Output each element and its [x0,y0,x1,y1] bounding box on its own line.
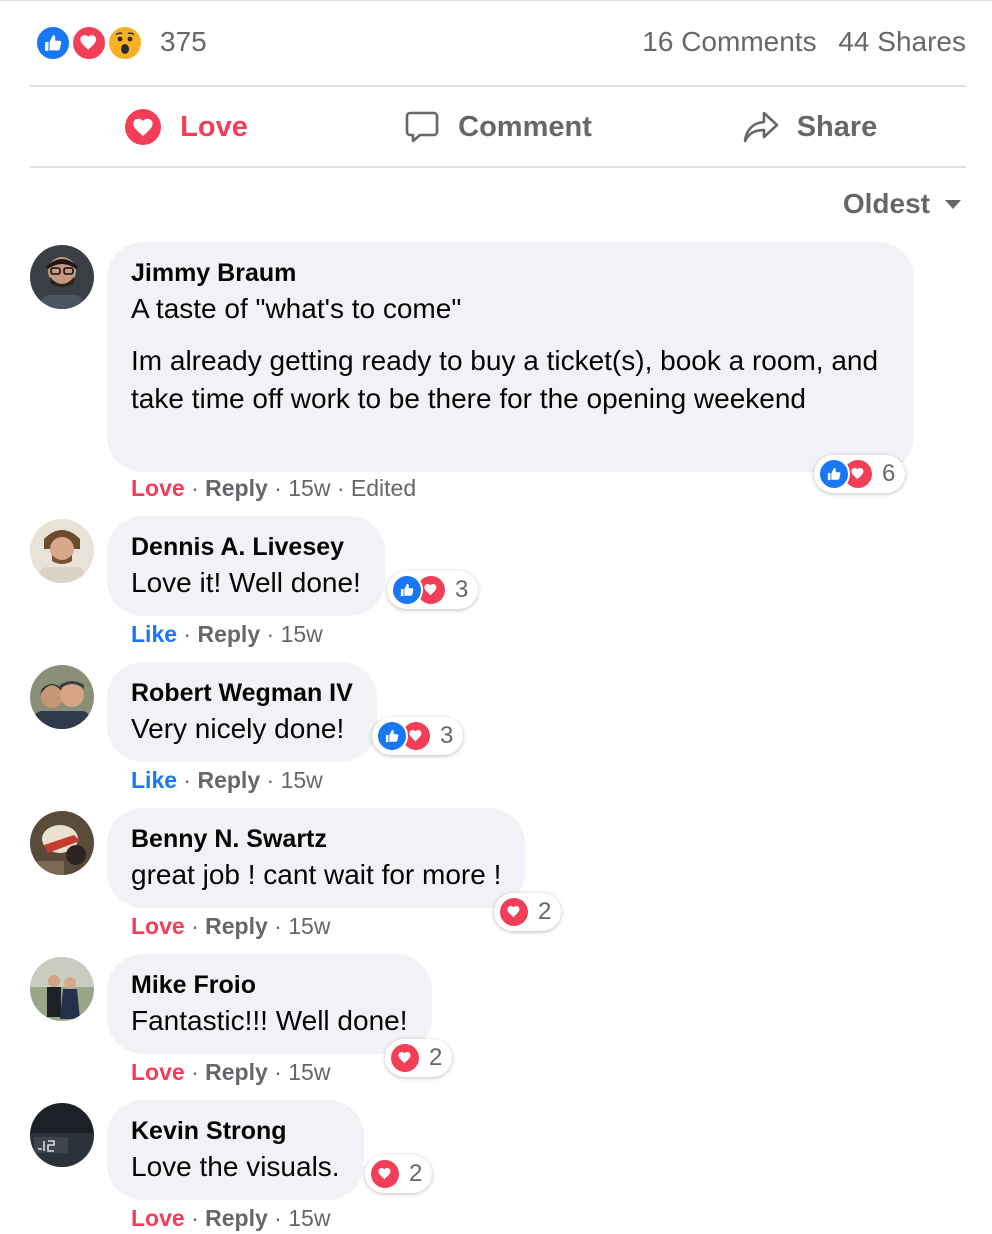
comment-bubble: Benny N. Swartz great job ! cant wait fo… [107,808,526,908]
shares-count[interactable]: 44 Shares [838,26,966,57]
avatar[interactable] [30,245,94,309]
action-bar: Love Comment Share [30,88,966,166]
comment-text: Love the visuals. [131,1151,340,1182]
comment-meta: Like · Reply · 15w [131,621,323,647]
reaction-count: 6 [882,460,896,487]
comment-meta: Like · Reply · 15w [131,767,323,793]
divider [30,166,966,168]
caret-down-icon [945,200,961,209]
avatar[interactable] [30,957,94,1021]
comment: Dennis A. Livesey Love it! Well done! 3 … [30,516,970,647]
comment-bubble: Robert Wegman IV Very nicely done! [107,662,377,762]
comment-reactions[interactable]: 2 [365,1155,433,1193]
comment-reactions[interactable]: 3 [387,571,479,609]
comment-reactions[interactable]: 2 [494,893,562,931]
engagement-counts: 16 Comments 44 Shares [642,26,966,58]
love-button-label: Love [180,110,248,143]
reply-link[interactable]: Reply [205,1205,268,1231]
avatar[interactable] [30,665,94,729]
comment-meta: Love · Reply · 15w [131,1205,331,1231]
top-divider [0,0,992,1]
reaction-count: 2 [538,898,552,925]
comment-reactions[interactable]: 2 [385,1039,453,1077]
love-link[interactable]: Love [131,913,185,939]
comment-text: Im already getting ready to buy a ticket… [131,345,879,414]
comment-meta: Love · Reply · 15w · Edited [131,475,417,501]
timestamp[interactable]: 15w [288,1059,330,1085]
love-icon [70,24,108,62]
comment-bubble: Mike Froio Fantastic!!! Well done! [107,954,432,1054]
comment-author[interactable]: Kevin Strong [131,1114,340,1148]
comment-meta: Love · Reply · 15w [131,913,331,939]
comment-reactions[interactable]: 6 [814,455,906,493]
comment-author[interactable]: Benny N. Swartz [131,822,501,856]
sort-label: Oldest [842,188,930,219]
comment-author[interactable]: Robert Wegman IV [131,676,353,710]
comment-bubble: Kevin Strong Love the visuals. [107,1100,364,1200]
reply-link[interactable]: Reply [197,621,260,647]
like-icon [376,720,408,752]
comment-icon [405,111,439,143]
love-link[interactable]: Love [131,1205,185,1231]
like-icon [818,458,850,490]
love-link[interactable]: Love [131,475,185,501]
wow-icon [106,24,144,62]
comment-button-label: Comment [458,110,592,143]
reaction-icons[interactable] [34,24,146,62]
timestamp[interactable]: 15w [288,913,330,939]
reply-link[interactable]: Reply [197,767,260,793]
comment-meta: Love · Reply · 15w [131,1059,331,1085]
avatar[interactable] [30,519,94,583]
share-button[interactable]: Share [654,88,966,166]
comment-author[interactable]: Jimmy Braum [131,256,890,290]
share-button-label: Share [796,110,878,143]
love-icon [498,896,530,928]
comment-author[interactable]: Dennis A. Livesey [131,530,361,564]
reaction-summary: 375 16 Comments 44 Shares [30,20,966,66]
comment: Kevin Strong Love the visuals. 2 Love · … [30,1100,970,1234]
comment-text: Love it! Well done! [131,567,361,598]
comment-button[interactable]: Comment [342,88,654,166]
reply-link[interactable]: Reply [205,913,268,939]
comments-count[interactable]: 16 Comments [642,26,816,57]
avatar[interactable] [30,1103,94,1167]
comment-text: great job ! cant wait for more ! [131,859,502,890]
love-link[interactable]: Love [131,1059,185,1085]
reply-link[interactable]: Reply [205,475,268,501]
comment: Jimmy Braum A taste of "what's to come" … [30,242,970,502]
comment: Benny N. Swartz great job ! cant wait fo… [30,808,970,939]
divider [30,85,966,87]
comment-text: A taste of "what's to come" [131,293,462,324]
love-button[interactable]: Love [30,88,342,166]
timestamp[interactable]: 15w [281,621,323,647]
comment-author[interactable]: Mike Froio [131,968,408,1002]
love-icon [389,1042,421,1074]
share-icon [743,111,778,143]
comment-reactions[interactable]: 3 [372,717,464,755]
comment-text: Very nicely done! [131,713,345,744]
like-icon [34,24,72,62]
reaction-count: 2 [409,1160,423,1187]
timestamp[interactable]: 15w [288,475,330,501]
avatar[interactable] [30,811,94,875]
reply-link[interactable]: Reply [205,1059,268,1085]
like-icon [391,574,423,606]
comment-text: Fantastic!!! Well done! [131,1005,408,1036]
love-icon [369,1158,401,1190]
reaction-count: 3 [455,576,469,603]
comment-bubble: Dennis A. Livesey Love it! Well done! [107,516,385,616]
like-link[interactable]: Like [131,621,177,647]
reaction-count: 2 [429,1044,443,1071]
reaction-count[interactable]: 375 [160,26,207,58]
reaction-count: 3 [440,722,454,749]
timestamp[interactable]: 15w [281,767,323,793]
like-link[interactable]: Like [131,767,177,793]
comment-sort-dropdown[interactable]: Oldest [843,188,962,220]
comment: Mike Froio Fantastic!!! Well done! 2 Lov… [30,954,970,1085]
comment-bubble: Jimmy Braum A taste of "what's to come" … [107,242,914,472]
comment: Robert Wegman IV Very nicely done! 3 Lik… [30,662,970,793]
edited-label: Edited [350,475,417,501]
timestamp[interactable]: 15w [288,1205,330,1231]
love-icon [125,109,162,145]
